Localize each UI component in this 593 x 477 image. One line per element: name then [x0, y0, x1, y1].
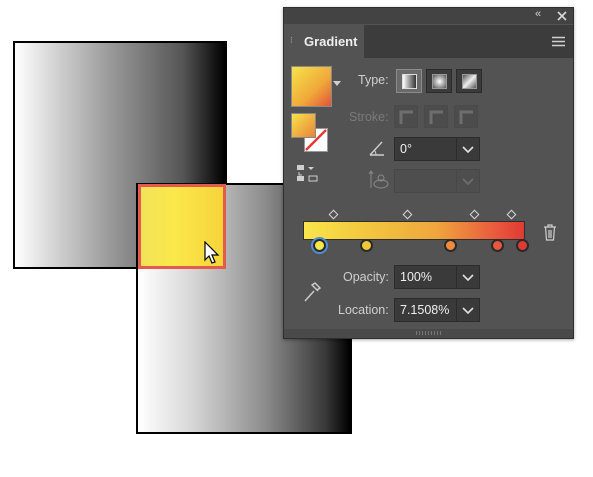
radial-gradient-button[interactable]	[426, 69, 452, 93]
gradient-stop[interactable]	[491, 239, 504, 252]
location-dropdown[interactable]	[456, 298, 480, 322]
midpoint-diamond[interactable]	[328, 209, 339, 220]
close-icon[interactable]	[557, 11, 567, 21]
freeform-gradient-button[interactable]	[456, 69, 482, 93]
gradient-stop[interactable]	[313, 239, 326, 252]
panel-title-bar[interactable]	[284, 8, 573, 24]
collapse-panel-icon[interactable]: «	[535, 8, 541, 20]
panel-resize-bar[interactable]	[284, 329, 573, 338]
midpoint-diamond[interactable]	[469, 209, 480, 220]
opacity-input[interactable]: 100%	[394, 265, 457, 289]
location-input[interactable]: 7.1508%	[394, 298, 457, 322]
swatch-dropdown-icon[interactable]	[333, 81, 341, 87]
stroke-within-button[interactable]	[394, 105, 418, 128]
gradient-panel: « ⁝ Gradient Type: Stroke: 0° Opacity: 1…	[283, 7, 574, 339]
angle-dropdown[interactable]	[456, 137, 480, 161]
tab-grip-icon: ⁝	[290, 35, 293, 45]
angle-icon	[369, 141, 384, 156]
eyedropper-icon[interactable]	[302, 280, 322, 304]
aspect-ratio-input[interactable]	[394, 169, 457, 193]
gradient-stop[interactable]	[516, 239, 529, 252]
tab-label: Gradient	[304, 34, 358, 49]
midpoint-diamond[interactable]	[402, 209, 413, 220]
reverse-gradient-icon[interactable]	[296, 163, 320, 185]
type-label: Type:	[358, 73, 389, 87]
gradient-stop[interactable]	[360, 239, 373, 252]
fill-mini-swatch[interactable]	[291, 113, 316, 138]
gradient-slider[interactable]	[303, 221, 525, 240]
delete-stop-icon[interactable]	[543, 224, 557, 241]
angle-input[interactable]: 0°	[394, 137, 457, 161]
opacity-dropdown[interactable]	[456, 265, 480, 289]
linear-gradient-button[interactable]	[396, 69, 422, 93]
stroke-across-button[interactable]	[454, 105, 478, 128]
location-label: Location:	[338, 303, 389, 317]
aspect-ratio-icon	[368, 170, 389, 189]
gradient-fill-swatch[interactable]	[291, 66, 332, 107]
opacity-label: Opacity:	[343, 270, 389, 284]
mouse-cursor-icon	[204, 241, 220, 264]
tab-gradient[interactable]: ⁝ Gradient	[284, 25, 364, 58]
panel-menu-icon[interactable]	[552, 36, 565, 47]
stroke-label: Stroke:	[349, 110, 389, 124]
aspect-ratio-dropdown[interactable]	[456, 169, 480, 193]
midpoint-diamond[interactable]	[506, 209, 517, 220]
stroke-along-button[interactable]	[424, 105, 448, 128]
gradient-stop[interactable]	[444, 239, 457, 252]
